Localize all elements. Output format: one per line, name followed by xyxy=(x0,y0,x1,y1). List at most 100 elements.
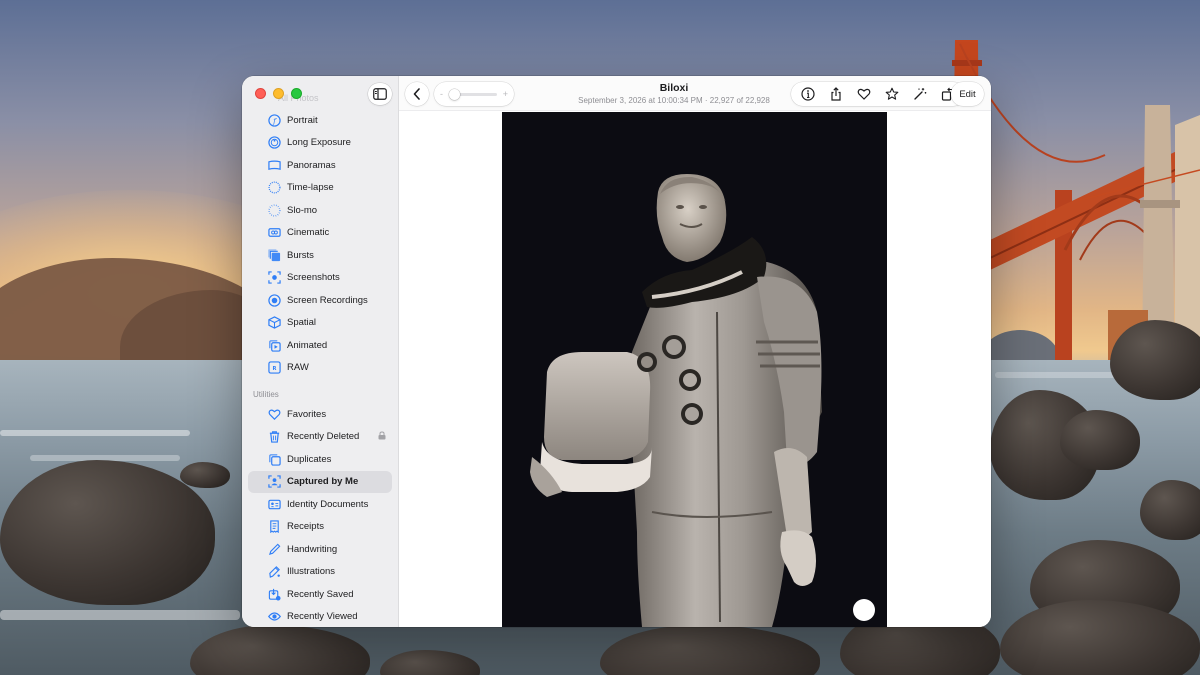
sidebar-item-illustrations[interactable]: Illustrations xyxy=(248,561,392,584)
sidebar-item-slo-mo[interactable]: Slo-mo xyxy=(248,199,392,222)
minimize-window-button[interactable] xyxy=(273,88,284,99)
viewer-toolbar: - + Biloxi September 3, 2026 at 10:00:34… xyxy=(399,76,991,111)
sidebar: All Photos f Portrait Long Exposure Pano… xyxy=(242,76,399,627)
sidebar-item-panoramas[interactable]: Panoramas xyxy=(248,154,392,177)
sidebar-item-cinematic[interactable]: Cinematic xyxy=(248,222,392,245)
sidebar-item-label: Portrait xyxy=(287,114,318,126)
info-button[interactable] xyxy=(795,82,821,106)
portrait-icon: f xyxy=(267,113,281,127)
sidebar-item-label: Captured by Me xyxy=(287,476,359,488)
zoom-in-button[interactable]: + xyxy=(503,89,508,99)
share-icon xyxy=(831,87,841,101)
screen-recording-icon xyxy=(267,293,281,307)
sidebar-item-raw[interactable]: R RAW xyxy=(248,357,392,380)
sidebar-item-duplicates[interactable]: Duplicates xyxy=(248,448,392,471)
heart-icon xyxy=(857,88,871,100)
sidebar-item-bursts[interactable]: Bursts xyxy=(248,244,392,267)
sidebar-item-recently-saved[interactable]: Recently Saved xyxy=(248,583,392,606)
sidebar-item-label: Duplicates xyxy=(287,453,332,465)
sidebar-item-recently-deleted[interactable]: Recently Deleted xyxy=(248,426,392,449)
share-button[interactable] xyxy=(823,82,849,106)
zoom-window-button[interactable] xyxy=(291,88,302,99)
auto-enhance-button[interactable] xyxy=(907,82,933,106)
id-card-icon xyxy=(267,497,281,511)
long-exposure-icon xyxy=(267,136,281,150)
rock xyxy=(1110,320,1200,400)
eye-icon xyxy=(267,610,281,624)
photo-subtitle: September 3, 2026 at 10:00:34 PM · 22,92… xyxy=(578,96,770,105)
wave-foam xyxy=(0,610,240,620)
back-button[interactable] xyxy=(405,82,429,106)
zoom-track[interactable] xyxy=(448,88,497,100)
key-photo-button[interactable] xyxy=(879,82,905,106)
lock-icon xyxy=(378,431,386,442)
receipt-icon xyxy=(267,520,281,534)
sidebar-item-label: Bursts xyxy=(287,249,314,261)
bursts-icon xyxy=(267,248,281,262)
sidebar-item-label: Receipts xyxy=(287,521,324,533)
utilities-heading: Utilities xyxy=(253,390,279,399)
sidebar-item-handwriting[interactable]: Handwriting xyxy=(248,538,392,561)
sidebar-item-label: Animated xyxy=(287,339,328,351)
rock xyxy=(180,462,230,488)
sidebar-item-favorites[interactable]: Favorites xyxy=(248,403,392,426)
sidebar-item-screen-recordings[interactable]: Screen Recordings xyxy=(248,289,392,312)
zoom-knob[interactable] xyxy=(448,88,460,100)
photo-title-block: Biloxi September 3, 2026 at 10:00:34 PM … xyxy=(559,82,789,105)
pen-icon xyxy=(267,542,281,556)
sidebar-item-long-exposure[interactable]: Long Exposure xyxy=(248,132,392,155)
illustration-icon xyxy=(267,565,281,579)
sidebar-item-captured-by-me[interactable]: Captured by Me xyxy=(248,470,392,493)
close-window-button[interactable] xyxy=(255,88,266,99)
heart-icon xyxy=(267,407,281,421)
zoom-out-button[interactable]: - xyxy=(440,89,443,99)
sidebar-icon xyxy=(373,88,387,100)
slomo-icon xyxy=(267,203,281,217)
sidebar-item-label: Slo-mo xyxy=(287,204,318,216)
sidebar-item-label: Handwriting xyxy=(287,543,338,555)
sidebar-item-label: Spatial xyxy=(287,317,317,329)
sidebar-item-label: Time-lapse xyxy=(287,182,334,194)
sidebar-item-receipts[interactable]: Receipts xyxy=(248,516,392,539)
sidebar-item-label: Identity Documents xyxy=(287,498,369,510)
sidebar-item-spatial[interactable]: Spatial xyxy=(248,312,392,335)
info-icon xyxy=(801,87,815,101)
photo-actions xyxy=(791,82,965,106)
sidebar-item-label: Screenshots xyxy=(287,272,340,284)
star-icon xyxy=(885,87,899,100)
sidebar-item-screenshots[interactable]: Screenshots xyxy=(248,267,392,290)
sidebar-item-label: Recently Saved xyxy=(287,588,354,600)
sidebar-item-label: RAW xyxy=(287,362,309,374)
recently-saved-icon xyxy=(267,587,281,601)
spatial-icon xyxy=(267,316,281,330)
sidebar-item-time-lapse[interactable]: Time-lapse xyxy=(248,177,392,200)
wave-foam xyxy=(0,430,190,436)
sidebar-item-identity-documents[interactable]: Identity Documents xyxy=(248,493,392,516)
sidebar-item-label: Cinematic xyxy=(287,227,330,239)
live-photo-indicator[interactable] xyxy=(853,599,875,621)
sidebar-item-recently-viewed[interactable]: Recently Viewed xyxy=(248,606,392,628)
favorite-button[interactable] xyxy=(851,82,877,106)
photos-window: All Photos f Portrait Long Exposure Pano… xyxy=(242,76,991,627)
cinematic-icon xyxy=(267,226,281,240)
edit-button[interactable]: Edit xyxy=(951,82,984,106)
captured-icon xyxy=(267,475,281,489)
astronaut-statue-photo[interactable] xyxy=(502,112,887,627)
photo-viewer xyxy=(399,111,991,627)
photo-title: Biloxi xyxy=(659,82,689,94)
sidebar-item-label: Recently Viewed xyxy=(287,611,358,623)
sidebar-item-label: Long Exposure xyxy=(287,137,351,149)
sidebar-item-label: Favorites xyxy=(287,408,327,420)
sidebar-item-animated[interactable]: Animated xyxy=(248,334,392,357)
svg-text:R: R xyxy=(272,366,276,372)
panorama-icon xyxy=(267,158,281,172)
zoom-slider[interactable]: - + xyxy=(434,82,514,106)
screenshot-icon xyxy=(267,271,281,285)
sidebar-item-label: Recently Deleted xyxy=(287,431,360,443)
trash-icon xyxy=(267,430,281,444)
sidebar-toggle-button[interactable] xyxy=(368,83,392,105)
sidebar-item-portrait[interactable]: f Portrait xyxy=(248,109,392,132)
timelapse-icon xyxy=(267,181,281,195)
svg-text:f: f xyxy=(272,116,277,125)
sidebar-item-label: Illustrations xyxy=(287,566,336,578)
